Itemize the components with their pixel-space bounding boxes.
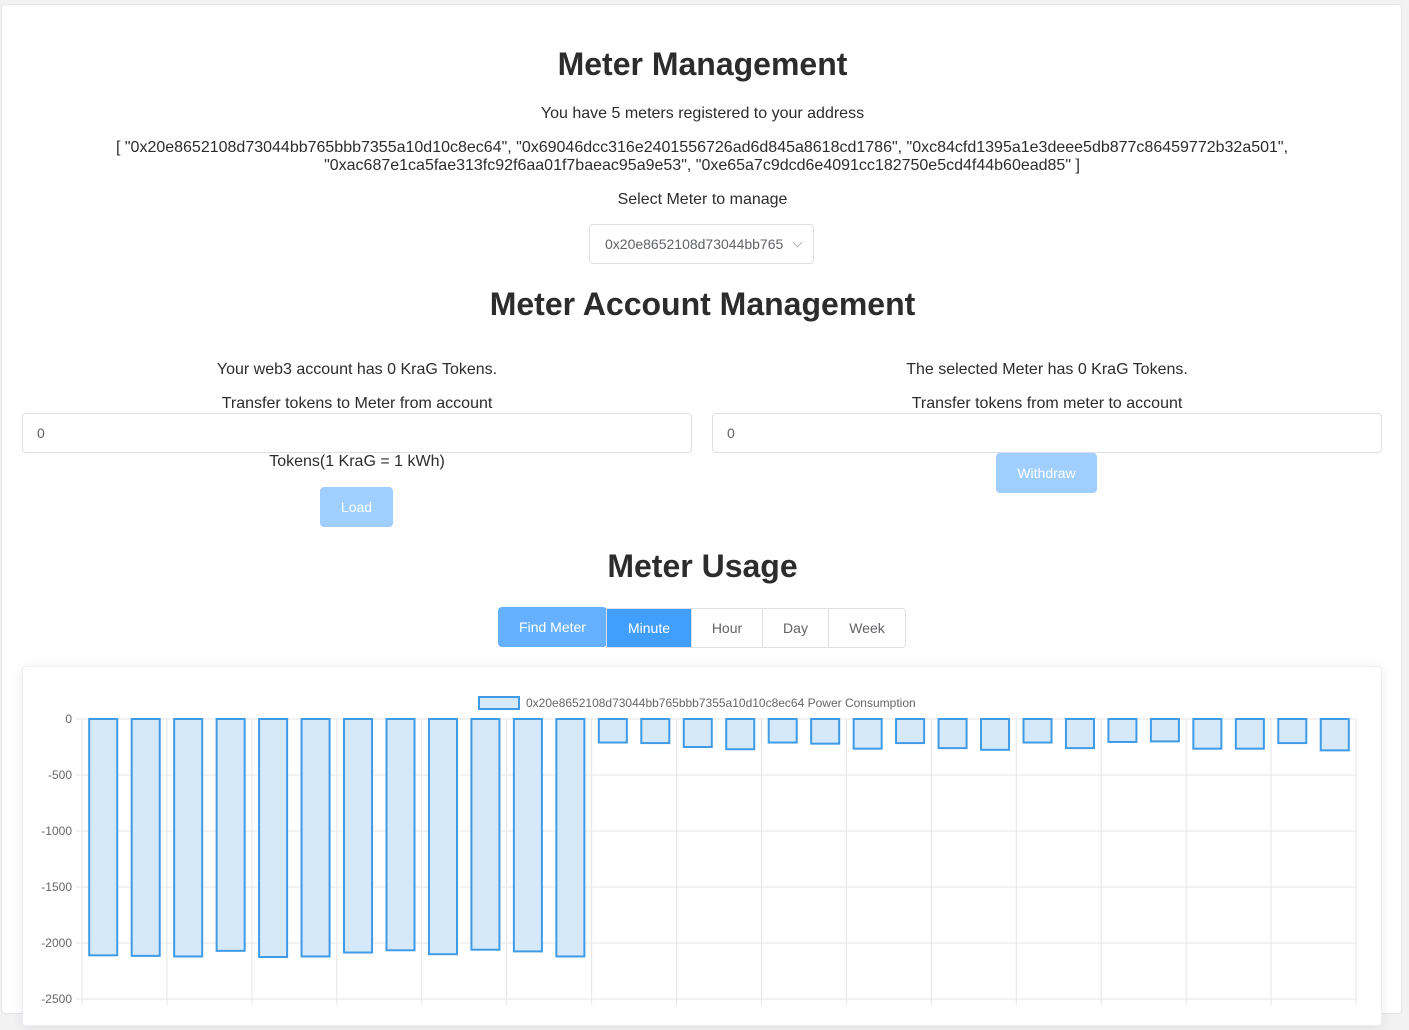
- chart-bar: [937, 718, 968, 750]
- select-meter-label: Select Meter to manage: [617, 191, 788, 208]
- registered-count-text: You have 5 meters registered to your add…: [540, 105, 865, 122]
- page-title: Meter Management: [557, 46, 848, 82]
- chart-bar: [300, 718, 331, 958]
- load-button[interactable]: Load: [320, 487, 393, 527]
- chart-bar: [343, 718, 374, 954]
- y-axis-ticks: 0 -500 -1000 -1500 -2000 -2500: [41, 712, 72, 1006]
- chart-bar: [852, 718, 883, 750]
- chart-bar: [895, 718, 926, 745]
- withdraw-transfer-label: Transfer tokens from meter to account: [911, 395, 1183, 412]
- chart-bar: [173, 718, 204, 958]
- find-meter-button[interactable]: Find Meter: [498, 607, 607, 647]
- meter-address-list: [ "0x20e8652108d73044bb765bbb7355a10d10c…: [115, 139, 1289, 174]
- chart-bar: [1149, 718, 1180, 743]
- chart-bar: [512, 718, 543, 953]
- chart-bar: [767, 718, 798, 744]
- chart-bar: [682, 718, 713, 748]
- load-amount-input[interactable]: 0: [22, 413, 692, 453]
- chart-bar: [1022, 718, 1053, 744]
- chart-bar: [597, 718, 628, 744]
- main-card: Meter Management You have 5 meters regis…: [1, 4, 1402, 1026]
- chart-bar: [1064, 718, 1095, 750]
- y-tick-label: -2000: [41, 936, 72, 950]
- chart-bar: [427, 718, 458, 956]
- time-range-tabs: Minute Hour Day Week: [606, 608, 906, 648]
- chart-bar: [215, 718, 246, 952]
- legend-swatch: [478, 696, 520, 710]
- y-tick-label: 0: [65, 712, 72, 726]
- chart-bar: [725, 718, 756, 751]
- chart-bar: [1319, 718, 1350, 752]
- y-tick-label: -500: [48, 768, 72, 782]
- chart-bar: [258, 718, 289, 958]
- usage-chart: 0 -500 -1000 -1500 -2000 -2500 0x20e8652108d7…: [41, 696, 1357, 1006]
- usage-chart-container: 0 -500 -1000 -1500 -2000 -2500 0x20e8652108d7…: [22, 666, 1382, 1026]
- chart-bar: [980, 718, 1011, 751]
- account-balance-text: Your web3 account has 0 KraG Tokens.: [216, 361, 498, 378]
- chart-bar: [810, 718, 841, 745]
- tab-minute[interactable]: Minute: [607, 609, 691, 647]
- chart-bar: [640, 718, 671, 745]
- y-tick-label: -1000: [41, 824, 72, 838]
- load-transfer-label: Transfer tokens to Meter from account: [221, 395, 493, 412]
- meter-balance-text: The selected Meter has 0 KraG Tokens.: [906, 361, 1188, 378]
- load-amount-value: 0: [37, 425, 45, 441]
- account-section-title: Meter Account Management: [489, 286, 916, 322]
- withdraw-amount-input[interactable]: 0: [712, 413, 1382, 453]
- y-tick-label: -2500: [41, 992, 72, 1006]
- meter-select[interactable]: 0x20e8652108d73044bb765: [589, 224, 814, 264]
- chart-bar: [385, 718, 416, 952]
- y-tick-label: -1500: [41, 880, 72, 894]
- chart-legend: 0x20e8652108d73044bb765bbb7355a10d10c8ec…: [478, 696, 916, 710]
- chart-bar: [555, 718, 586, 958]
- chart-bar: [130, 718, 161, 957]
- chart-bar: [1234, 718, 1265, 750]
- legend-label: 0x20e8652108d73044bb765bbb7355a10d10c8ec…: [526, 696, 916, 710]
- tab-hour[interactable]: Hour: [691, 609, 762, 647]
- tab-day[interactable]: Day: [762, 609, 828, 647]
- usage-section-title: Meter Usage: [607, 548, 798, 584]
- tab-week[interactable]: Week: [828, 609, 905, 647]
- chart-bars: [88, 718, 1350, 958]
- chart-bar: [1107, 718, 1138, 743]
- chevron-down-icon: [792, 237, 803, 248]
- chart-bar: [470, 718, 501, 951]
- chart-bar: [1192, 718, 1223, 750]
- token-unit-text: Tokens(1 KraG = 1 kWh): [269, 453, 445, 470]
- withdraw-button[interactable]: Withdraw: [996, 453, 1097, 493]
- withdraw-amount-value: 0: [727, 425, 735, 441]
- meter-select-value: 0x20e8652108d73044bb765: [605, 236, 784, 252]
- chart-bar: [1277, 718, 1308, 745]
- chart-bar: [88, 718, 119, 957]
